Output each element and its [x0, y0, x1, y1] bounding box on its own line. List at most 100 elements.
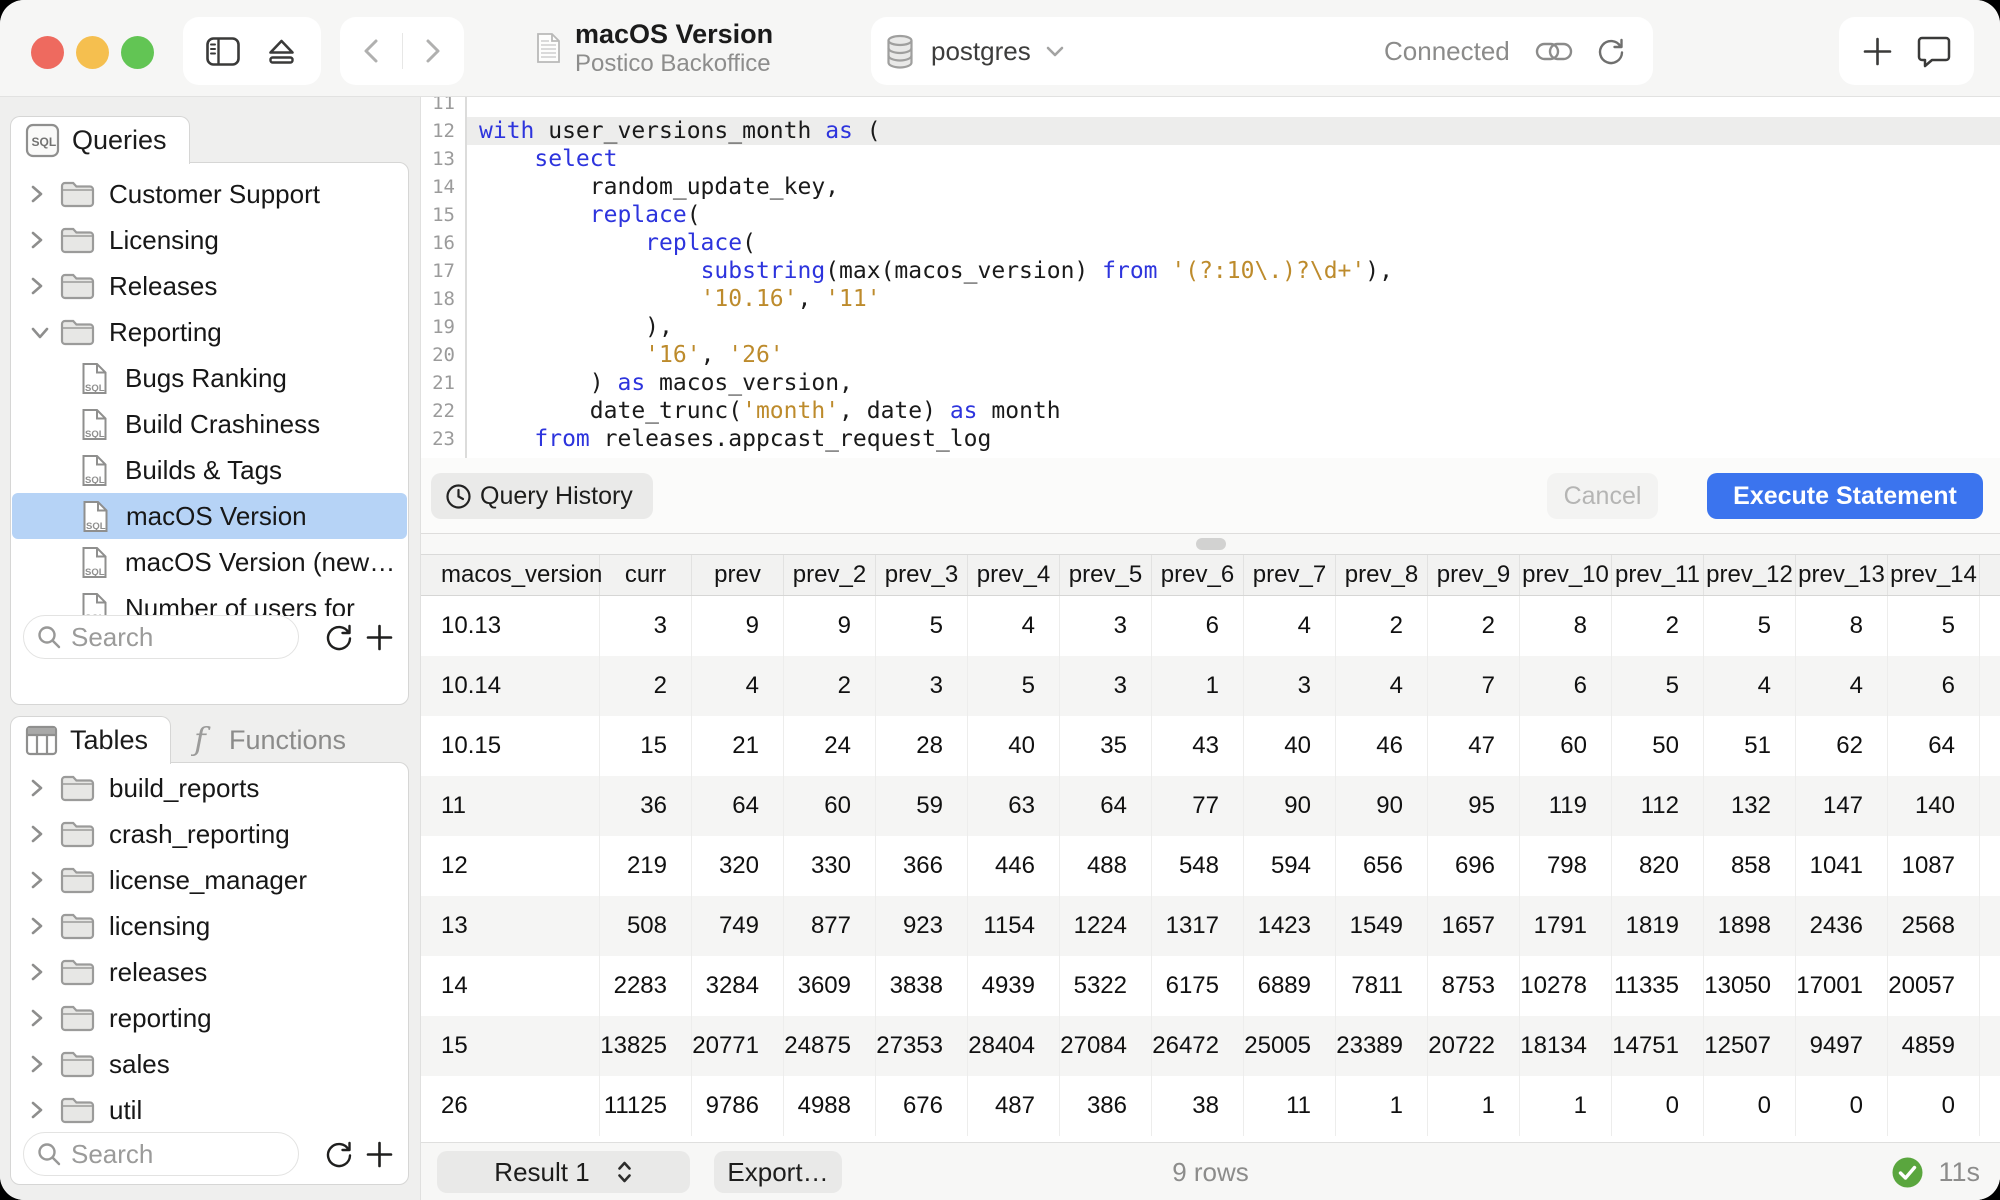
- cancel-button[interactable]: Cancel: [1547, 473, 1658, 519]
- chevron-right-icon[interactable]: [29, 823, 59, 845]
- new-tab-plus-icon[interactable]: [1862, 36, 1893, 67]
- cell-value[interactable]: 7: [1428, 656, 1520, 716]
- cell-value[interactable]: 3: [876, 656, 968, 716]
- sidebar-folder-item[interactable]: Releases: [11, 263, 408, 309]
- table-row[interactable]: 10.13399543642282585: [421, 596, 2000, 656]
- editor-results-splitter[interactable]: [421, 534, 2000, 554]
- cell-value[interactable]: 1: [1520, 1076, 1612, 1136]
- column-header[interactable]: prev: [692, 555, 784, 595]
- cell-value[interactable]: 330: [784, 836, 876, 896]
- chevron-down-icon[interactable]: [1045, 45, 1065, 58]
- cell-value[interactable]: 23389: [1336, 1016, 1428, 1076]
- sql-editor[interactable]: 1112with user_versions_month as (13 sele…: [421, 97, 2000, 458]
- sidebar-folder-item[interactable]: Reporting: [11, 309, 408, 355]
- cell-value[interactable]: 36: [600, 776, 692, 836]
- feedback-bubble-icon[interactable]: [1917, 35, 1951, 68]
- cell-value[interactable]: 20771: [692, 1016, 784, 1076]
- add-query-plus-icon[interactable]: [365, 623, 394, 652]
- queries-search-field[interactable]: [23, 615, 299, 659]
- table-row[interactable]: 10.15152124284035434046476050516264: [421, 716, 2000, 776]
- cell-value[interactable]: 28404: [968, 1016, 1060, 1076]
- cell-value[interactable]: 5: [1612, 656, 1704, 716]
- code-line[interactable]: 23 from releases.appcast_request_log: [421, 425, 2000, 453]
- tab-queries[interactable]: SQL Queries: [10, 116, 190, 164]
- cell-value[interactable]: 2436: [1796, 896, 1888, 956]
- sidebar-query-item[interactable]: SQLBuild Crashiness: [11, 401, 408, 447]
- cell-value[interactable]: 3: [1060, 656, 1152, 716]
- cell-version[interactable]: 12: [421, 836, 600, 896]
- tables-search-field[interactable]: [23, 1132, 299, 1176]
- cell-value[interactable]: 9786: [692, 1076, 784, 1136]
- cell-value[interactable]: 9497: [1796, 1016, 1888, 1076]
- cell-value[interactable]: 858: [1704, 836, 1796, 896]
- close-window-button[interactable]: [31, 36, 64, 69]
- cell-value[interactable]: 112: [1612, 776, 1704, 836]
- cell-value[interactable]: 1224: [1060, 896, 1152, 956]
- cell-value[interactable]: 820: [1612, 836, 1704, 896]
- cell-value[interactable]: 386: [1060, 1076, 1152, 1136]
- code-line[interactable]: 11: [421, 97, 2000, 117]
- zoom-window-button[interactable]: [121, 36, 154, 69]
- chevron-right-icon[interactable]: [29, 275, 59, 297]
- tab-functions[interactable]: ƒ Functions: [181, 716, 356, 764]
- cell-value[interactable]: 1154: [968, 896, 1060, 956]
- cell-value[interactable]: 5: [876, 596, 968, 656]
- cell-value[interactable]: 2568: [1888, 896, 1980, 956]
- cell-value[interactable]: 6889: [1244, 956, 1336, 1016]
- cell-value[interactable]: 5322: [1060, 956, 1152, 1016]
- column-header[interactable]: prev_4: [968, 555, 1060, 595]
- link-icon[interactable]: [1535, 39, 1573, 64]
- cell-value[interactable]: 923: [876, 896, 968, 956]
- cell-value[interactable]: 14751: [1612, 1016, 1704, 1076]
- cell-value[interactable]: 15: [600, 716, 692, 776]
- cell-value[interactable]: 119: [1520, 776, 1612, 836]
- cell-value[interactable]: 1791: [1520, 896, 1612, 956]
- sidebar-folder-item[interactable]: util: [11, 1087, 408, 1131]
- cell-value[interactable]: 877: [784, 896, 876, 956]
- chevron-right-icon[interactable]: [29, 777, 59, 799]
- cell-value[interactable]: 40: [1244, 716, 1336, 776]
- cell-value[interactable]: 3284: [692, 956, 784, 1016]
- cell-value[interactable]: 38: [1152, 1076, 1244, 1136]
- cell-value[interactable]: 488: [1060, 836, 1152, 896]
- cell-value[interactable]: 6: [1888, 656, 1980, 716]
- cell-value[interactable]: 64: [692, 776, 784, 836]
- chevron-right-icon[interactable]: [29, 869, 59, 891]
- cell-value[interactable]: 20057: [1888, 956, 1980, 1016]
- cell-version[interactable]: 10.13: [421, 596, 600, 656]
- cell-value[interactable]: 4: [1704, 656, 1796, 716]
- forward-icon[interactable]: [422, 35, 444, 67]
- cell-value[interactable]: 147: [1796, 776, 1888, 836]
- cell-value[interactable]: 13050: [1704, 956, 1796, 1016]
- cell-value[interactable]: 8753: [1428, 956, 1520, 1016]
- cell-value[interactable]: 1317: [1152, 896, 1244, 956]
- cell-value[interactable]: 696: [1428, 836, 1520, 896]
- cell-version[interactable]: 14: [421, 956, 600, 1016]
- cell-value[interactable]: 17001: [1796, 956, 1888, 1016]
- column-header[interactable]: curr: [600, 555, 692, 595]
- cell-value[interactable]: 6175: [1152, 956, 1244, 1016]
- cell-value[interactable]: 24: [784, 716, 876, 776]
- cell-value[interactable]: 35: [1060, 716, 1152, 776]
- refresh-icon[interactable]: [325, 623, 353, 652]
- cell-version[interactable]: 10.15: [421, 716, 600, 776]
- cell-value[interactable]: 0: [1888, 1076, 1980, 1136]
- sidebar-query-item[interactable]: SQLBuilds & Tags: [11, 447, 408, 493]
- cell-value[interactable]: 676: [876, 1076, 968, 1136]
- code-line[interactable]: 17 substring(max(macos_version) from '(?…: [421, 257, 2000, 285]
- column-header[interactable]: prev_9: [1428, 555, 1520, 595]
- table-row[interactable]: 1513825207712487527353284042708426472250…: [421, 1016, 2000, 1076]
- code-line[interactable]: 21 ) as macos_version,: [421, 369, 2000, 397]
- cell-value[interactable]: 5: [968, 656, 1060, 716]
- cell-value[interactable]: 1087: [1888, 836, 1980, 896]
- back-icon[interactable]: [360, 35, 382, 67]
- cell-value[interactable]: 8: [1796, 596, 1888, 656]
- chevron-right-icon[interactable]: [29, 183, 59, 205]
- cell-version[interactable]: 11: [421, 776, 600, 836]
- chevron-right-icon[interactable]: [29, 915, 59, 937]
- cell-value[interactable]: 59: [876, 776, 968, 836]
- code-line[interactable]: 22 date_trunc('month', date) as month: [421, 397, 2000, 425]
- toggle-sidebar-icon[interactable]: [205, 36, 241, 67]
- cell-value[interactable]: 26472: [1152, 1016, 1244, 1076]
- cell-value[interactable]: 3: [600, 596, 692, 656]
